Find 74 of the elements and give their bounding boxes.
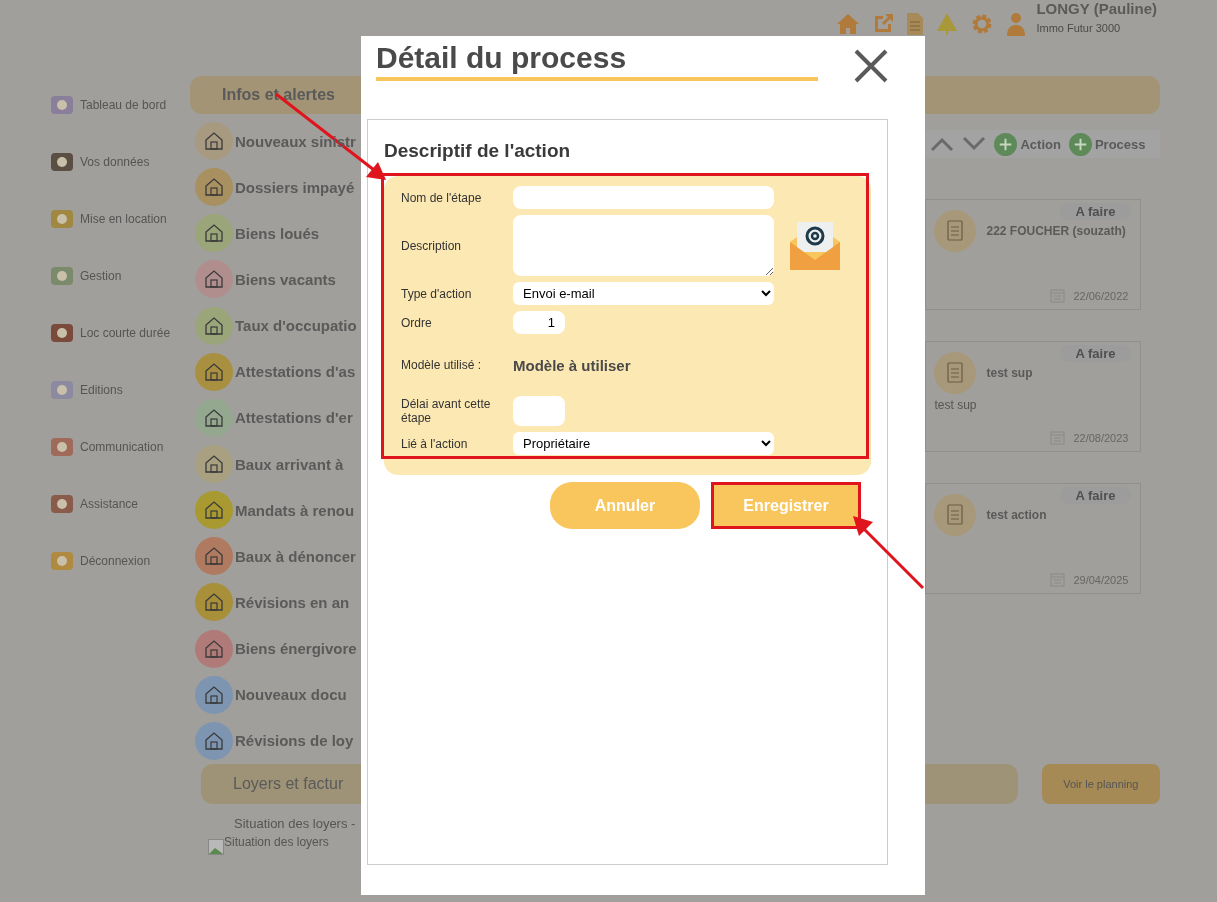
task-card[interactable]: A faire test action 29/04/2025 bbox=[925, 483, 1142, 594]
field-label: Type d'action bbox=[401, 286, 473, 301]
close-button[interactable] bbox=[854, 49, 888, 83]
alert-item[interactable]: Attestations d'as bbox=[195, 348, 356, 395]
field-label: Description bbox=[401, 238, 463, 253]
sidebar-item[interactable]: Vos données bbox=[48, 133, 190, 190]
description-field[interactable] bbox=[513, 215, 774, 276]
alert-item[interactable]: Biens loués bbox=[195, 210, 320, 257]
sidebar-item[interactable]: Mise en location bbox=[48, 190, 190, 247]
sidebar-item[interactable]: Communication bbox=[48, 418, 190, 475]
task-title: test sup bbox=[986, 366, 1033, 380]
document-icon[interactable] bbox=[906, 12, 925, 36]
status-label: A faire bbox=[1059, 345, 1132, 362]
sidebar-item[interactable]: Loc courte durée bbox=[48, 304, 190, 361]
task-title: test action bbox=[986, 508, 1047, 522]
task-date: 22/06/2022 bbox=[1073, 289, 1129, 302]
task-title: 222 FOUCHER (souzath) bbox=[986, 224, 1126, 238]
section-title: Descriptif de l'action bbox=[384, 140, 572, 162]
modal-title: Détail du process bbox=[376, 40, 818, 81]
chevron-down-icon[interactable] bbox=[962, 136, 987, 152]
task-card[interactable]: A faire 222 FOUCHER (souzath) 22/06/2022 bbox=[925, 199, 1142, 310]
dropdown[interactable]: Propriétaire bbox=[513, 432, 774, 455]
task-date: 22/08/2023 bbox=[1073, 431, 1129, 444]
field-label: Ordre bbox=[401, 315, 433, 330]
image-alt-text: Situation des loyers bbox=[224, 835, 329, 849]
alert-item[interactable]: Attestations d'er bbox=[195, 394, 353, 441]
rents-subtitle: Situation des loyers - bbox=[234, 816, 357, 831]
broken-image-icon bbox=[208, 839, 224, 855]
alert-item[interactable]: Baux à dénoncer bbox=[195, 533, 356, 580]
alert-item[interactable]: Dossiers impayé bbox=[195, 164, 355, 211]
template-name: Modèle à utiliser bbox=[513, 356, 631, 374]
cancel-button[interactable]: Annuler bbox=[550, 482, 700, 529]
planning-button[interactable]: Voir le planning bbox=[1041, 764, 1160, 804]
field-label: Lié à l'action bbox=[401, 436, 469, 451]
alert-item[interactable]: Révisions de loy bbox=[195, 717, 354, 764]
external-link-icon[interactable] bbox=[872, 13, 895, 35]
field-label: Modèle utilisé : bbox=[401, 358, 483, 372]
clipboard-icon bbox=[934, 210, 977, 252]
task-date: 29/04/2025 bbox=[1073, 573, 1129, 586]
plus-icon bbox=[994, 132, 1018, 156]
tree-icon[interactable] bbox=[936, 12, 959, 36]
sidebar-item[interactable]: Déconnexion bbox=[48, 532, 190, 589]
alert-item[interactable]: Mandats à renou bbox=[195, 487, 355, 534]
alert-item[interactable]: Baux arrivant à bbox=[195, 441, 344, 488]
field-label: Nom de l'étape bbox=[401, 190, 483, 205]
home-icon[interactable] bbox=[836, 13, 861, 35]
sidebar-item[interactable]: Tableau de bord bbox=[48, 76, 190, 133]
alert-item[interactable]: Taux d'occupatio bbox=[195, 302, 357, 349]
clipboard-icon bbox=[934, 352, 977, 394]
status-label: A faire bbox=[1059, 487, 1132, 504]
user-name: LONGY (Pauline) bbox=[1036, 0, 1157, 17]
plus-icon bbox=[1068, 132, 1092, 156]
alert-item[interactable]: Révisions en an bbox=[195, 579, 350, 626]
chevron-up-icon[interactable] bbox=[930, 136, 955, 152]
field-label: Délai avant cette étape bbox=[401, 397, 492, 425]
sidebar-item[interactable]: Assistance bbox=[48, 475, 190, 532]
dropdown[interactable]: Envoi e-mail bbox=[513, 282, 774, 305]
add-button[interactable]: Process bbox=[1068, 132, 1146, 156]
delay-field[interactable] bbox=[513, 396, 565, 426]
text-field[interactable] bbox=[513, 186, 774, 209]
user-icon[interactable] bbox=[1006, 12, 1027, 36]
alert-item[interactable]: Nouveaux docu bbox=[195, 671, 347, 718]
add-button[interactable]: Action bbox=[994, 132, 1061, 156]
order-field[interactable]: 1 bbox=[513, 311, 565, 334]
sidebar-item[interactable]: Editions bbox=[48, 361, 190, 418]
clipboard-icon bbox=[934, 494, 977, 536]
alert-item[interactable]: Biens vacants bbox=[195, 256, 336, 303]
status-label: A faire bbox=[1059, 203, 1132, 220]
task-card[interactable]: A faire test sup test sup 22/08/2023 bbox=[925, 341, 1142, 452]
alert-item[interactable]: Biens énergivore bbox=[195, 625, 357, 672]
sidebar-item[interactable]: Gestion bbox=[48, 247, 190, 304]
task-note: test sup bbox=[934, 398, 978, 412]
save-button[interactable]: Enregistrer bbox=[711, 482, 861, 529]
company-name: Immo Futur 3000 bbox=[1036, 22, 1122, 34]
